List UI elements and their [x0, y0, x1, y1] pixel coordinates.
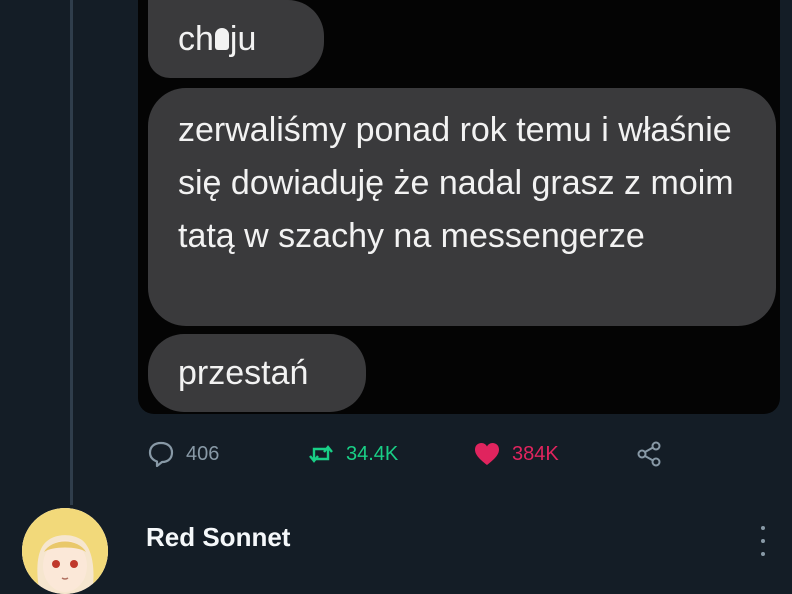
more-icon — [761, 552, 765, 556]
reply-button[interactable]: 406 — [146, 434, 219, 474]
message-text: zerwaliśmy ponad rok temu i właśnie się … — [178, 111, 734, 255]
retweet-button[interactable]: 34.4K — [306, 434, 398, 474]
thread-line — [70, 0, 73, 505]
message-bubble: ch ju — [148, 0, 324, 78]
like-count: 384K — [512, 442, 559, 465]
message-text: przestań — [178, 353, 309, 392]
message-text-end: ju — [229, 19, 257, 58]
username[interactable]: Red Sonnet — [146, 522, 290, 553]
like-button[interactable]: 384K — [472, 434, 559, 474]
more-icon — [761, 539, 765, 543]
more-icon — [761, 526, 765, 530]
heart-icon — [475, 443, 499, 465]
avatar[interactable] — [22, 508, 108, 594]
message-text-start: ch — [178, 19, 214, 58]
message-bubble: zerwaliśmy ponad rok temu i właśnie się … — [148, 88, 776, 326]
share-button[interactable] — [634, 434, 664, 474]
reply-icon — [148, 441, 174, 468]
retweet-icon — [309, 445, 333, 463]
more-options-button[interactable] — [756, 526, 770, 556]
share-icon — [637, 441, 661, 467]
reply-count: 406 — [186, 442, 220, 465]
censor-mark-icon — [214, 28, 229, 50]
message-bubble: przestań — [148, 334, 366, 412]
avatar-image — [22, 508, 108, 594]
retweet-count: 34.4K — [346, 442, 399, 465]
